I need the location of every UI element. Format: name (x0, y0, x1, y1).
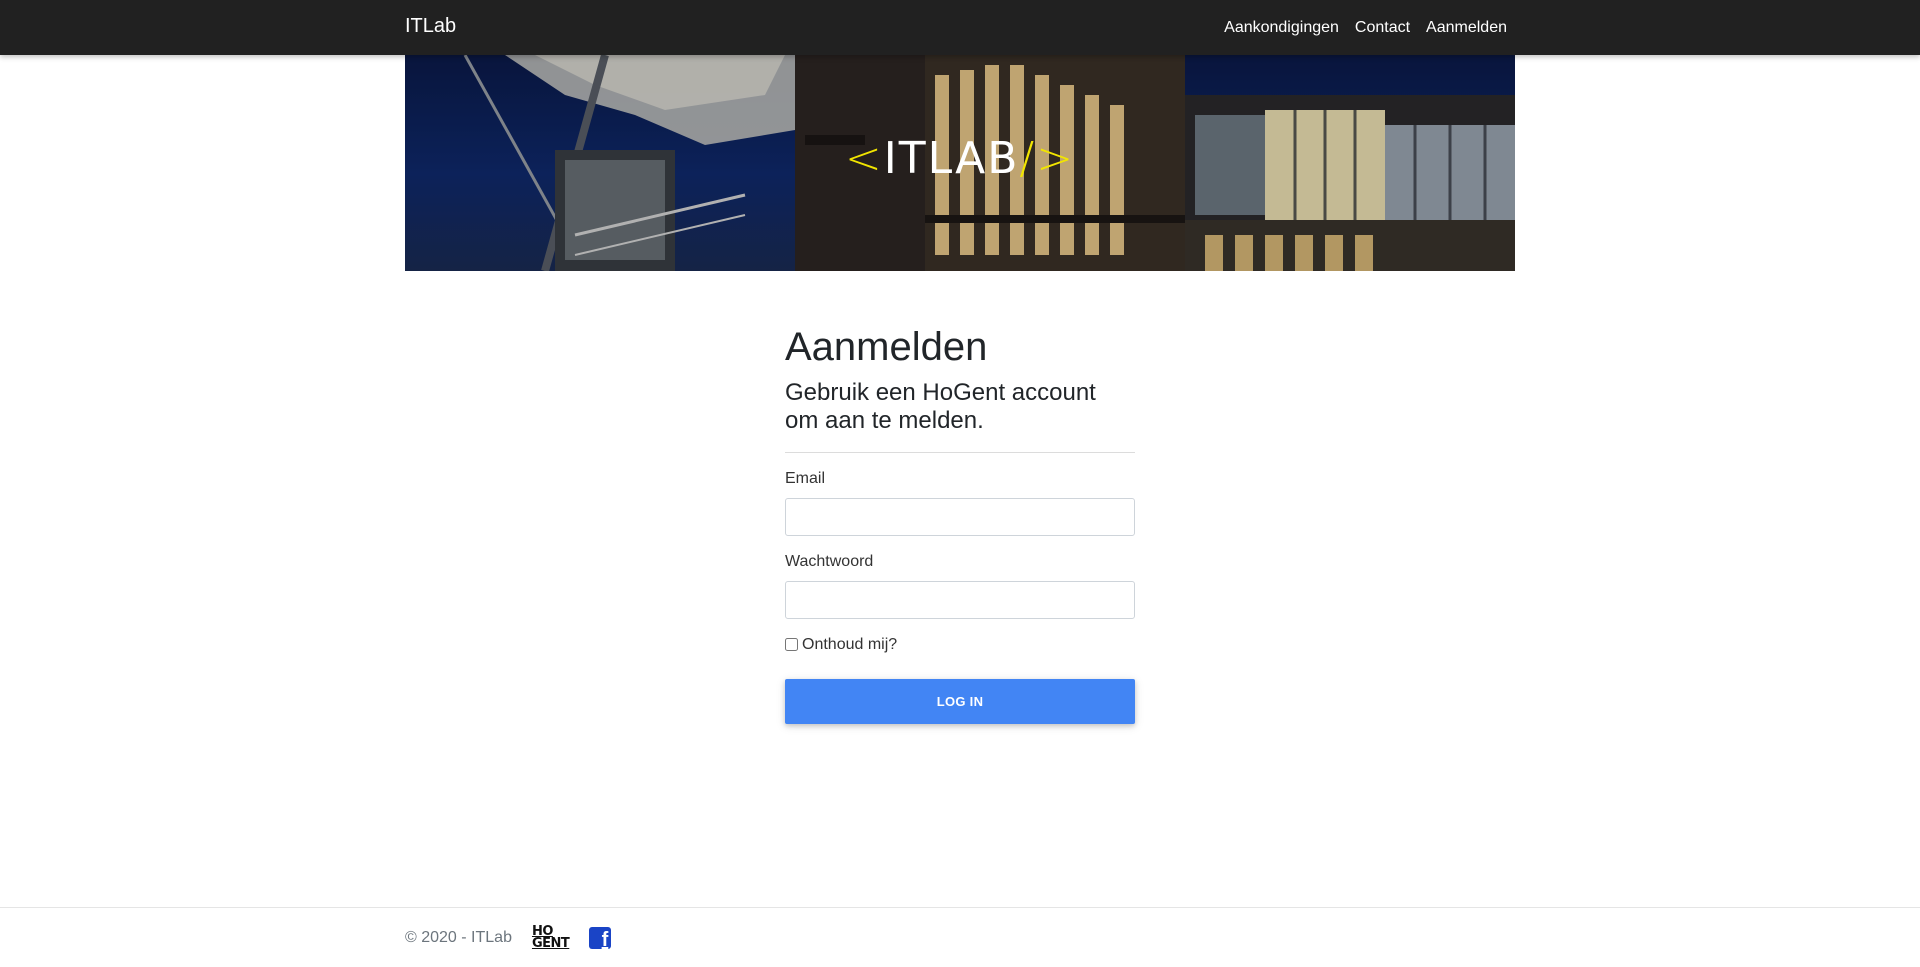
page-title: Aanmelden (785, 325, 988, 369)
login-section: Aanmelden Gebruik een HoGent account om … (785, 323, 1135, 724)
logo-close-bracket: /> (1019, 133, 1076, 184)
password-label: Wachtwoord (785, 552, 874, 570)
nav-link-aankondigingen[interactable]: Aankondigingen (1224, 19, 1339, 37)
logo-text: ITLAB (883, 133, 1020, 184)
logo-open-bracket: < (844, 133, 884, 184)
remember-me: Onthoud mij? (785, 636, 1135, 654)
nav-link-aanmelden[interactable]: Aanmelden (1426, 19, 1507, 37)
email-label: Email (785, 469, 826, 487)
hero-banner: <ITLAB/> (405, 55, 1515, 271)
top-navbar: ITLab Aankondigingen Contact Aanmelden (0, 0, 1920, 55)
itlab-logo: <ITLAB/> (405, 137, 1515, 181)
email-field[interactable] (785, 497, 1135, 536)
nav-links: Aankondigingen Contact Aanmelden (1224, 0, 1507, 55)
password-field[interactable] (785, 580, 1135, 619)
login-subtitle: Gebruik een HoGent account om aan te mel… (785, 379, 1096, 435)
brand-link[interactable]: ITLab (405, 15, 456, 38)
footer: © 2020 - ITLab HO GENT f (0, 907, 1920, 967)
nav-link-contact[interactable]: Contact (1355, 19, 1410, 37)
divider (785, 451, 1135, 453)
footer-content: © 2020 - ITLab HO GENT f (405, 925, 612, 951)
login-button[interactable]: LOG IN (785, 678, 1135, 724)
facebook-icon[interactable]: f (589, 927, 612, 949)
copyright-text: © 2020 - ITLab (405, 929, 512, 946)
remember-me-checkbox[interactable] (785, 638, 798, 652)
hogent-logo[interactable]: HO GENT (531, 925, 570, 951)
remember-me-label: Onthoud mij? (802, 635, 898, 653)
hogent-logo-line2: GENT (531, 936, 570, 951)
